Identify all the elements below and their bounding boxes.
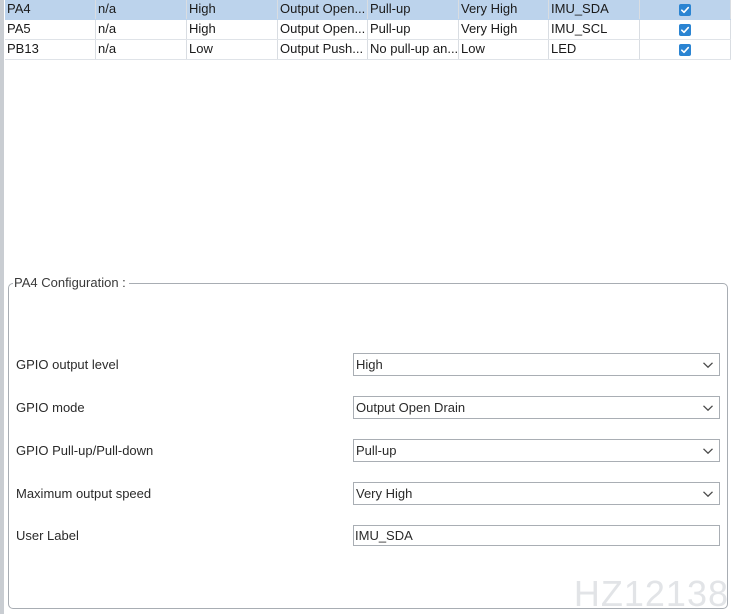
- output-level-cell: Low: [187, 40, 278, 59]
- chevron-down-icon: [703, 405, 713, 412]
- speed-cell: Very High: [459, 20, 549, 39]
- gpio-mode-dropdown[interactable]: Output Open Drain: [353, 396, 720, 419]
- signal-cell: n/a: [96, 0, 187, 19]
- gpio-pull-dropdown[interactable]: Pull-up: [353, 439, 720, 462]
- speed-cell: Low: [459, 40, 549, 59]
- gpio-output-level-label: GPIO output level: [16, 357, 119, 372]
- checkbox-checked-icon[interactable]: [679, 43, 691, 56]
- gpio-mode-label: GPIO mode: [16, 400, 85, 415]
- signal-cell: n/a: [96, 40, 187, 59]
- gpio-table: PA4 n/a High Output Open... Pull-up Very…: [5, 0, 731, 60]
- gpio-pull-value: Pull-up: [356, 443, 397, 458]
- user-label-label: User Label: [16, 528, 79, 543]
- modified-cell: [640, 40, 731, 59]
- pull-cell: Pull-up: [368, 0, 459, 19]
- table-row[interactable]: PA4 n/a High Output Open... Pull-up Very…: [5, 0, 731, 20]
- pin-name-cell: PA4: [5, 0, 96, 19]
- user-label-cell: LED: [549, 40, 640, 59]
- chevron-down-icon: [703, 448, 713, 455]
- max-output-speed-label: Maximum output speed: [16, 486, 152, 501]
- max-output-speed-value: Very High: [356, 486, 413, 501]
- pull-cell: No pull-up an...: [368, 40, 459, 59]
- chevron-down-icon: [703, 362, 713, 369]
- checkbox-checked-icon[interactable]: [679, 23, 691, 36]
- gpio-mode-cell: Output Push...: [278, 40, 368, 59]
- modified-cell: [640, 0, 731, 19]
- gpio-output-level-dropdown[interactable]: High: [353, 353, 720, 376]
- gpio-mode-value: Output Open Drain: [356, 400, 466, 415]
- gpio-pull-label: GPIO Pull-up/Pull-down: [16, 443, 154, 458]
- chevron-down-icon: [703, 491, 713, 498]
- table-row[interactable]: PA5 n/a High Output Open... Pull-up Very…: [5, 20, 731, 40]
- pull-cell: Pull-up: [368, 20, 459, 39]
- user-label-input[interactable]: IMU_SDA: [353, 525, 720, 546]
- modified-cell: [640, 20, 731, 39]
- left-panel-edge: [0, 0, 4, 614]
- user-label-value: IMU_SDA: [355, 528, 413, 543]
- pin-name-cell: PB13: [5, 40, 96, 59]
- output-level-cell: High: [187, 0, 278, 19]
- max-output-speed-dropdown[interactable]: Very High: [353, 482, 720, 505]
- pin-name-cell: PA5: [5, 20, 96, 39]
- table-row[interactable]: PB13 n/a Low Output Push... No pull-up a…: [5, 40, 731, 60]
- gpio-output-level-value: High: [356, 357, 383, 372]
- checkbox-checked-icon[interactable]: [679, 3, 691, 16]
- speed-cell: Very High: [459, 0, 549, 19]
- gpio-mode-cell: Output Open...: [278, 20, 368, 39]
- user-label-cell: IMU_SCL: [549, 20, 640, 39]
- user-label-cell: IMU_SDA: [549, 0, 640, 19]
- signal-cell: n/a: [96, 20, 187, 39]
- configuration-title: PA4 Configuration :: [13, 275, 129, 291]
- gpio-mode-cell: Output Open...: [278, 0, 368, 19]
- output-level-cell: High: [187, 20, 278, 39]
